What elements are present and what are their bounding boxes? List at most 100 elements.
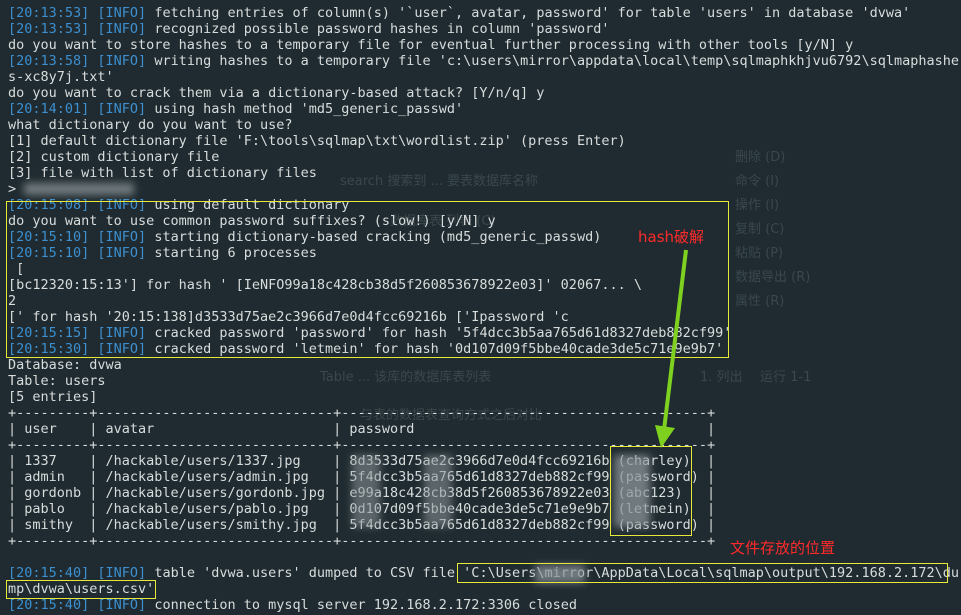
- log-message: connection to mysql server 192.168.2.172…: [146, 597, 577, 613]
- ghost-run: 运行 1-1: [760, 370, 812, 385]
- log-timestamp: [20:15:30]: [8, 341, 90, 357]
- log-level: [INFO]: [97, 5, 147, 21]
- log-message: cracked password 'letmein' for hash '0d1…: [146, 341, 724, 357]
- log-level: [INFO]: [97, 565, 147, 581]
- redacted-username: [535, 565, 585, 583]
- terminal-line: [20:13:58] [INFO] writing hashes to a te…: [8, 53, 959, 69]
- terminal-window[interactable]: 删除 (D) 命令 (I) 操作 (I) 复制 (C) 粘贴 (P) 数据导出 …: [0, 0, 961, 615]
- log-timestamp: [20:13:53]: [8, 5, 90, 21]
- terminal-line: Table: users: [8, 373, 106, 389]
- redacted-prompt-input: [24, 183, 134, 195]
- log-timestamp: [20:15:40]: [8, 565, 90, 581]
- terminal-line: | user | avatar | password |: [8, 421, 715, 437]
- file-location-annotation: 文件存放的位置: [730, 539, 836, 557]
- log-level: [INFO]: [97, 101, 147, 117]
- plain-text: [: [8, 261, 25, 277]
- plain-text: +---------+-----------------------------…: [8, 437, 716, 453]
- terminal-line: [5 entries]: [8, 389, 97, 405]
- terminal-line: s-xc8y7j.txt': [8, 69, 114, 85]
- ghost-menu-cmd: 命令 (I): [735, 174, 780, 189]
- plain-text: | user | avatar | password |: [8, 421, 716, 437]
- ghost-menu-delete: 删除 (D): [735, 150, 786, 165]
- redacted-plaintext: [614, 455, 650, 527]
- log-message: cracked password 'password' for hash '5f…: [146, 325, 732, 341]
- terminal-line: do you want to store hashes to a tempora…: [8, 37, 853, 53]
- log-message: fetching entries of column(s) '`user`, a…: [146, 5, 911, 21]
- plain-text: what dictionary do you want to use?: [8, 117, 293, 133]
- log-message: writing hashes to a temporary file 'c:\u…: [146, 53, 959, 69]
- terminal-line: [20:15:40] [INFO] connection to mysql se…: [8, 597, 577, 613]
- plain-text: do you want to use common password suffi…: [8, 213, 496, 229]
- log-message: starting dictionary-based cracking (md5_…: [146, 229, 602, 245]
- terminal-line: [' for hash '20:15:138]d3533d75ae2c3966d…: [8, 309, 569, 325]
- terminal-line: [20:13:53] [INFO] recognized possible pa…: [8, 21, 609, 37]
- terminal-line: Database: dvwa: [8, 357, 122, 373]
- log-message: using hash method 'md5_generic_passwd': [146, 101, 464, 117]
- log-level: [INFO]: [97, 21, 147, 37]
- terminal-line: [20:15:30] [INFO] cracked password 'letm…: [8, 341, 723, 357]
- terminal-line: [3] file with list of dictionary files: [8, 165, 317, 181]
- hash-crack-annotation: hash破解: [638, 228, 705, 246]
- log-level: [INFO]: [97, 197, 147, 213]
- terminal-line: [20:15:40] [INFO] table 'dvwa.users' dum…: [8, 565, 959, 581]
- terminal-line: [20:13:53] [INFO] fetching entries of co…: [8, 5, 910, 21]
- terminal-line: [bc12320:15:13'] for hash ' [IeNFO99a18c…: [8, 277, 642, 293]
- plain-text: [5 entries]: [8, 389, 98, 405]
- ghost-menu-op: 操作 (I): [735, 198, 780, 213]
- log-timestamp: [20:15:10]: [8, 245, 90, 261]
- log-timestamp: [20:13:58]: [8, 53, 90, 69]
- ghost-menu-copy: 复制 (C): [735, 222, 785, 237]
- log-timestamp: [20:13:53]: [8, 21, 90, 37]
- log-timestamp: [20:15:10]: [8, 229, 90, 245]
- terminal-line: +---------+-----------------------------…: [8, 437, 715, 453]
- terminal-line: [20:15:08] [INFO] using default dictiona…: [8, 197, 349, 213]
- log-message: starting 6 processes: [146, 245, 317, 261]
- terminal-line: +---------+-----------------------------…: [8, 533, 715, 549]
- plain-text: Database: dvwa: [8, 357, 122, 373]
- terminal-line: >: [8, 181, 24, 197]
- redacted-hash-prefix: [352, 455, 380, 527]
- plain-text: +---------+-----------------------------…: [8, 533, 716, 549]
- plain-text: [' for hash '20:15:138]d3533d75ae2c3966d…: [8, 309, 569, 325]
- terminal-line: [2] custom dictionary file: [8, 149, 219, 165]
- plain-text: [3] file with list of dictionary files: [8, 165, 317, 181]
- ghost-menu-export: 数据导出 (R): [735, 270, 811, 285]
- plain-text: [2] custom dictionary file: [8, 149, 220, 165]
- ghost-menu-paste: 粘贴 (P): [735, 246, 784, 261]
- ghost-menu-props: 属性 (R): [735, 294, 785, 309]
- log-message: using default dictionary: [146, 197, 350, 213]
- plain-text: +---------+-----------------------------…: [8, 405, 716, 421]
- log-timestamp: [20:15:15]: [8, 325, 90, 341]
- log-level: [INFO]: [97, 325, 147, 341]
- ghost-search-text: search 搜索到 ... 要表数据库名称: [340, 174, 538, 189]
- terminal-line: do you want to crack them via a dictiona…: [8, 85, 544, 101]
- log-timestamp: [20:15:40]: [8, 597, 90, 613]
- log-timestamp: [20:15:08]: [8, 197, 90, 213]
- log-level: [INFO]: [97, 341, 147, 357]
- log-level: [INFO]: [97, 229, 147, 245]
- terminal-line: [20:15:10] [INFO] starting dictionary-ba…: [8, 229, 601, 245]
- ghost-list: 1. 列出: [700, 370, 743, 385]
- terminal-line: [1] default dictionary file 'F:\tools\sq…: [8, 133, 626, 149]
- plain-text: [1] default dictionary file 'F:\tools\sq…: [8, 133, 626, 149]
- plain-text: mp\dvwa\users.csv': [8, 581, 155, 597]
- log-level: [INFO]: [97, 597, 147, 613]
- plain-text: s-xc8y7j.txt': [8, 69, 114, 85]
- terminal-line: [20:15:15] [INFO] cracked password 'pass…: [8, 325, 731, 341]
- terminal-line: [20:14:01] [INFO] using hash method 'md5…: [8, 101, 463, 117]
- ghost-table-list: Table ... 该库的数据库表列表: [320, 370, 492, 385]
- plain-text: Table: users: [8, 373, 106, 389]
- terminal-line: 2: [8, 293, 16, 309]
- log-level: [INFO]: [97, 245, 147, 261]
- terminal-line: what dictionary do you want to use?: [8, 117, 292, 133]
- terminal-line: [: [8, 261, 24, 277]
- redacted-hash-mid: [424, 455, 452, 527]
- plain-text: do you want to store hashes to a tempora…: [8, 37, 854, 53]
- plain-text: 2: [8, 293, 17, 309]
- plain-text: >: [8, 181, 25, 197]
- log-timestamp: [20:14:01]: [8, 101, 90, 117]
- log-level: [INFO]: [97, 53, 147, 69]
- plain-text: [bc12320:15:13'] for hash ' [IeNFO99a18c…: [8, 277, 642, 293]
- log-message: recognized possible password hashes in c…: [146, 21, 610, 37]
- terminal-line: do you want to use common password suffi…: [8, 213, 496, 229]
